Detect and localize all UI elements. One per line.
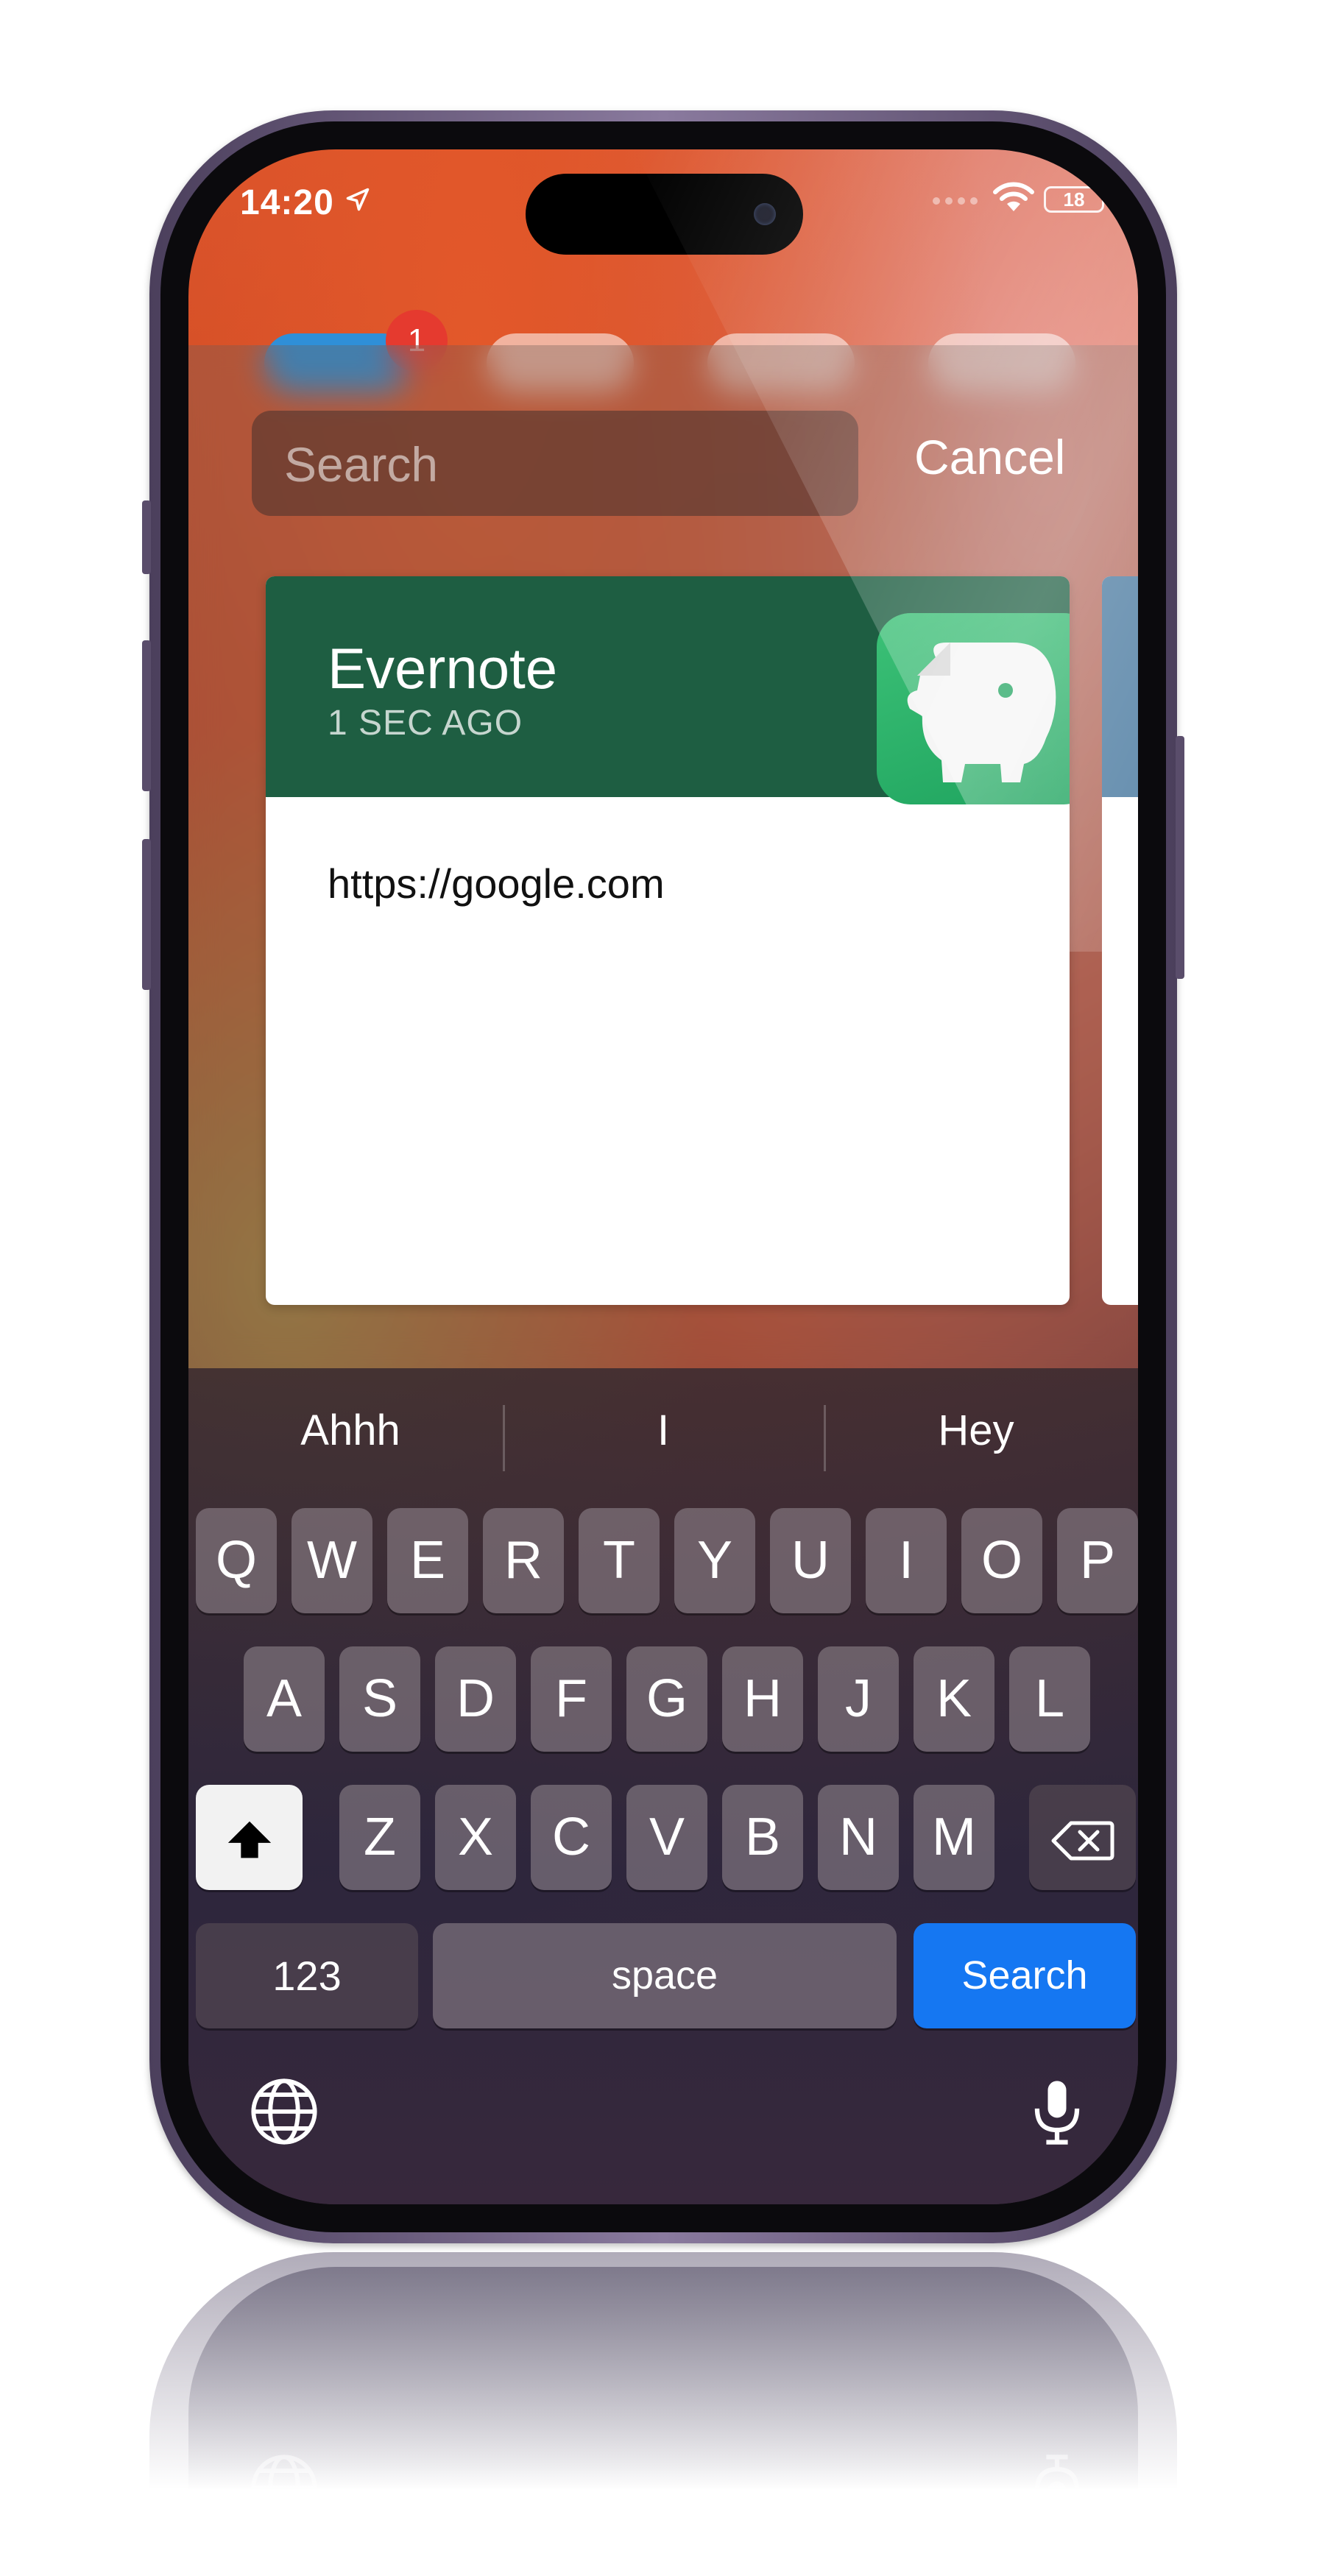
clipboard-card[interactable]: Evernote 1 SEC AGO https://google.com: [266, 576, 1070, 1305]
key-s[interactable]: S: [339, 1646, 420, 1752]
key-g[interactable]: G: [626, 1646, 707, 1752]
globe-icon[interactable]: [247, 2075, 321, 2148]
key-c[interactable]: C: [531, 1785, 612, 1890]
key-z[interactable]: Z: [339, 1785, 420, 1890]
microphone-icon[interactable]: [1020, 2075, 1094, 2148]
status-bar: 14:20 18: [188, 149, 1138, 255]
suggestion-item[interactable]: Hey: [814, 1368, 1138, 1493]
cancel-button[interactable]: Cancel: [914, 429, 1065, 485]
dynamic-island: [526, 174, 803, 255]
signal-dots-icon: [933, 197, 978, 205]
action-button: [142, 500, 151, 574]
phone-screen: 1 14:20 18 Cancel Evernote: [188, 149, 1138, 2204]
status-time: 14:20: [240, 183, 334, 222]
key-x[interactable]: X: [435, 1785, 516, 1890]
key-i[interactable]: I: [866, 1508, 947, 1613]
key-u[interactable]: U: [770, 1508, 851, 1613]
backspace-key[interactable]: [1029, 1785, 1136, 1890]
keyboard: Ahhh I Hey Q W E R T Y U I O P A S D F G…: [188, 1368, 1138, 2204]
key-n[interactable]: N: [818, 1785, 899, 1890]
key-d[interactable]: D: [435, 1646, 516, 1752]
card-app-name: Evernote: [328, 636, 558, 701]
numbers-key[interactable]: 123: [196, 1923, 418, 2028]
shift-icon: [227, 1821, 271, 1858]
suggestion-item[interactable]: Ahhh: [188, 1368, 512, 1493]
key-p[interactable]: P: [1057, 1508, 1138, 1613]
key-t[interactable]: T: [579, 1508, 660, 1613]
battery-icon: 18: [1044, 186, 1104, 213]
space-key[interactable]: space: [433, 1923, 897, 2028]
key-j[interactable]: J: [818, 1646, 899, 1752]
reflection-screen: [188, 2267, 1138, 2532]
card-timestamp: 1 SEC AGO: [328, 704, 523, 743]
volume-up-button: [142, 640, 151, 791]
shift-key[interactable]: [196, 1785, 303, 1890]
wifi-icon: [993, 182, 1034, 211]
key-y[interactable]: Y: [674, 1508, 755, 1613]
key-q[interactable]: Q: [196, 1508, 277, 1613]
suggestion-item[interactable]: I: [501, 1368, 825, 1493]
key-m[interactable]: M: [914, 1785, 994, 1890]
key-v[interactable]: V: [626, 1785, 707, 1890]
card-content: https://google.com: [328, 860, 665, 907]
next-card-header: [1102, 576, 1138, 797]
key-f[interactable]: F: [531, 1646, 612, 1752]
key-b[interactable]: B: [722, 1785, 803, 1890]
key-e[interactable]: E: [387, 1508, 468, 1613]
search-input[interactable]: [283, 411, 845, 517]
battery-level: 18: [1063, 188, 1085, 210]
location-arrow-icon: [346, 188, 370, 211]
search-return-key[interactable]: Search: [914, 1923, 1136, 2028]
next-card-peek[interactable]: [1102, 576, 1138, 1305]
battery-nub: [1106, 194, 1110, 205]
key-h[interactable]: H: [722, 1646, 803, 1752]
key-l[interactable]: L: [1009, 1646, 1090, 1752]
globe-icon-reflection: [251, 2455, 317, 2521]
backspace-icon: [1051, 1821, 1114, 1861]
card-header: Evernote 1 SEC AGO: [266, 576, 1070, 804]
power-button: [1176, 736, 1184, 979]
search-field[interactable]: [252, 411, 858, 517]
key-k[interactable]: K: [914, 1646, 994, 1752]
phone-reflection: [149, 2252, 1177, 2532]
volume-down-button: [142, 839, 151, 990]
evernote-elephant-icon: [877, 613, 1070, 804]
camera-icon: [754, 203, 776, 225]
suggestion-bar: Ahhh I Hey: [188, 1368, 1138, 1493]
key-o[interactable]: O: [961, 1508, 1042, 1613]
key-r[interactable]: R: [483, 1508, 564, 1613]
microphone-icon-reflection: [1034, 2455, 1080, 2519]
key-w[interactable]: W: [292, 1508, 372, 1613]
key-a[interactable]: A: [244, 1646, 325, 1752]
